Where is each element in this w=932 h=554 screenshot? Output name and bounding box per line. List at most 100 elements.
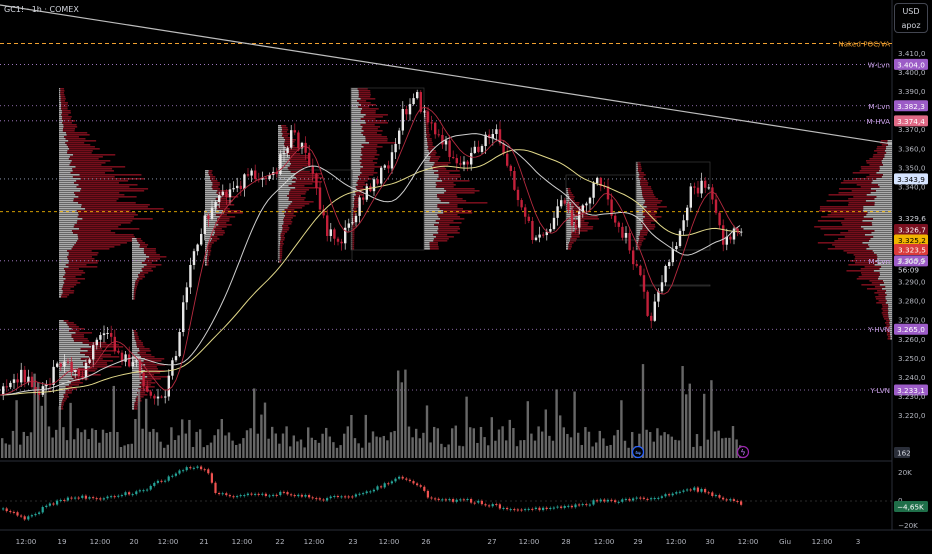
candle	[534, 235, 538, 242]
candle	[430, 115, 433, 131]
price-tick: 3.400,0	[898, 68, 926, 77]
candle	[563, 197, 566, 206]
candle	[671, 241, 674, 267]
level-label-2: M-Lvn	[868, 102, 890, 111]
volume-bar	[152, 428, 155, 458]
candle	[506, 147, 509, 168]
candle	[610, 193, 613, 219]
candle	[441, 127, 444, 149]
candle	[470, 147, 473, 171]
volume-bar	[620, 400, 623, 458]
candle	[394, 137, 397, 160]
candle	[246, 168, 250, 178]
time-tick: 26	[421, 537, 431, 546]
candle	[254, 164, 257, 183]
price-tag-3: 3.323,5	[898, 246, 926, 255]
volume-bar	[375, 436, 378, 458]
volume-bar	[292, 435, 295, 458]
volume-bar	[667, 434, 670, 458]
symbol-label[interactable]: GC1! · 1h · COMEX	[4, 5, 79, 14]
trendline-segment[interactable]	[0, 4, 893, 145]
candle	[599, 176, 602, 192]
volume-bar	[717, 430, 720, 458]
candle	[250, 168, 253, 182]
volume-bar	[573, 391, 576, 458]
currency-unit-selector[interactable]: USD apoz	[894, 3, 928, 33]
volume-bar	[487, 445, 490, 458]
volume-bar	[382, 435, 385, 458]
volume-bar	[411, 437, 414, 458]
session-profile-8	[424, 110, 488, 250]
volume-bar	[613, 435, 616, 458]
volume-bar	[245, 430, 249, 458]
time-tick: 30	[705, 537, 715, 546]
candle	[358, 195, 361, 223]
volume-bar	[209, 442, 213, 458]
candle	[383, 163, 386, 171]
candle	[12, 373, 16, 389]
time-axis[interactable]: 12:00 19 12:00 20 12:00 21 12:00 22 12:00 23 12:00…	[16, 537, 861, 546]
volume-bar	[397, 370, 400, 458]
time-tick: 12:00	[519, 537, 540, 546]
volume-bar	[692, 446, 695, 458]
volume-bar	[494, 440, 497, 458]
volume-bar	[677, 440, 681, 458]
candle	[182, 295, 185, 337]
volume-bar	[497, 429, 501, 458]
volume-bar	[541, 431, 544, 458]
volume-bar	[227, 432, 231, 458]
volume-bar	[281, 433, 285, 458]
session-profile-3	[132, 238, 167, 300]
volume-bar	[379, 437, 382, 458]
volume-bar	[389, 432, 393, 458]
volume-bar	[512, 427, 515, 458]
candle	[102, 325, 106, 343]
volume-bar	[602, 438, 605, 458]
volume-bar	[83, 429, 87, 458]
volume-bar	[386, 440, 389, 458]
volume-bar	[87, 439, 90, 458]
time-tick: 27	[487, 537, 496, 546]
candle	[700, 172, 703, 198]
volume-bar	[134, 419, 137, 458]
price-tag-0: 3.329,6	[898, 214, 926, 223]
volume-bar	[105, 432, 108, 458]
volume-bar	[1, 438, 4, 458]
candle	[513, 167, 516, 191]
volume-bar	[307, 427, 310, 458]
volume-bar	[26, 436, 29, 458]
volume-bar	[663, 432, 666, 458]
volume-bar	[188, 419, 191, 458]
volume-bar	[710, 380, 713, 458]
volume-bar	[533, 440, 537, 458]
volume-bar	[51, 437, 54, 458]
candle	[653, 294, 656, 322]
candle	[387, 160, 390, 174]
candle	[336, 236, 340, 246]
candle	[624, 226, 628, 244]
osc-tick-bottom: −20K	[898, 521, 918, 530]
time-tick: 3	[856, 537, 861, 546]
candle	[592, 180, 595, 205]
volume-bar	[515, 446, 519, 458]
time-tick: 23	[348, 537, 357, 546]
volume-bar	[364, 414, 367, 458]
volume-bar	[332, 442, 335, 458]
candle	[372, 177, 376, 196]
candle	[711, 183, 714, 205]
candle	[2, 382, 5, 401]
candle	[509, 164, 512, 177]
candle	[30, 371, 34, 389]
volume-bar	[530, 433, 533, 458]
volume-bar	[685, 394, 688, 458]
volume-bar	[163, 447, 166, 458]
chart-canvas[interactable]: Naked POC/VAW-Lvn 3.404,0M-Lvn 3.382,3M-HV…	[0, 0, 932, 550]
volume-bar	[454, 425, 457, 458]
candle	[376, 176, 379, 186]
volume-bar	[80, 432, 83, 458]
trendline[interactable]	[0, 4, 893, 145]
trading-chart[interactable]: Naked POC/VA W-Lvn 3.404,0 M-Lvn 3.382,3 M-HV…	[0, 0, 932, 550]
volume-bar	[91, 428, 94, 458]
volume-bar	[476, 442, 479, 458]
time-tick: 12:00	[594, 537, 615, 546]
